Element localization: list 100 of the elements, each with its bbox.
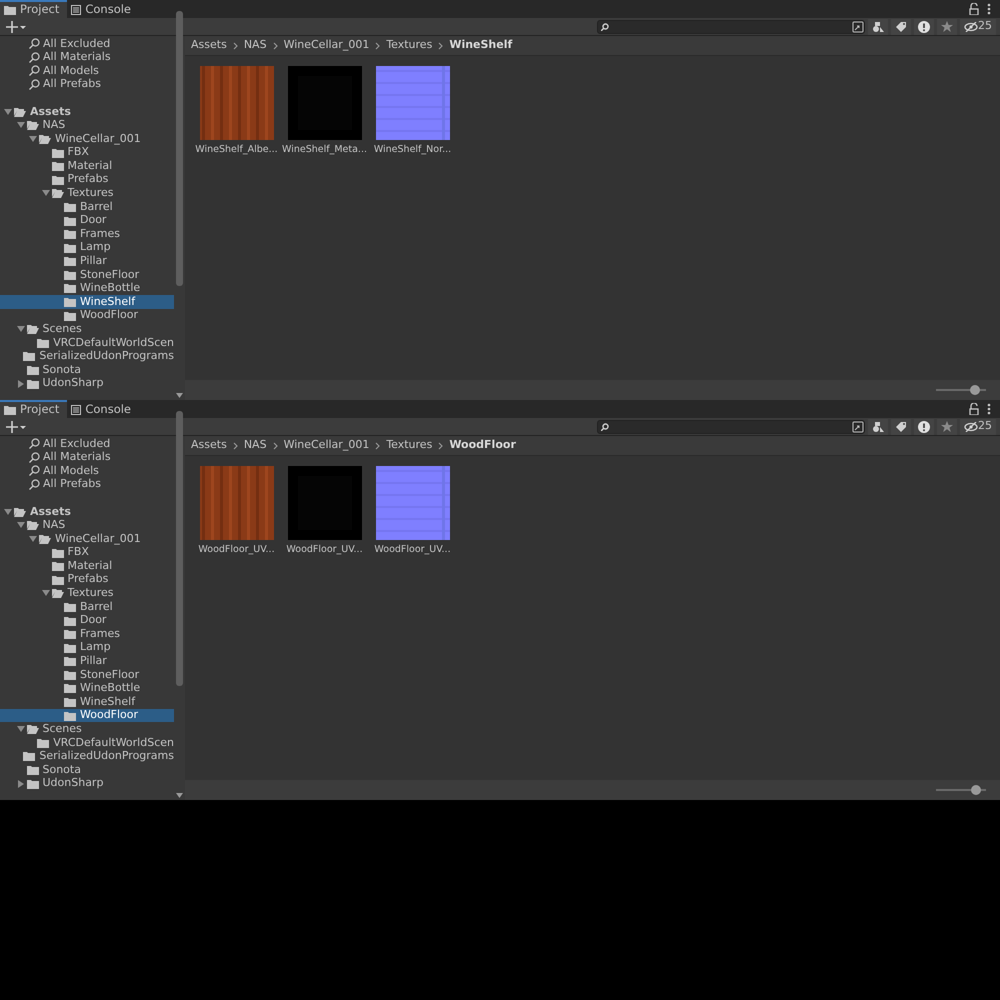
favorite-item[interactable]: All Materials xyxy=(0,450,174,464)
tree-item[interactable]: Pillar xyxy=(0,254,174,268)
tree-item[interactable]: Textures xyxy=(0,186,174,200)
tree-item[interactable]: Barrel xyxy=(0,200,174,214)
tree-item[interactable]: NAS xyxy=(0,118,174,132)
toolbar-button[interactable] xyxy=(868,18,888,34)
panel-tab[interactable]: Project xyxy=(0,0,68,18)
breadcrumb-item[interactable]: Assets xyxy=(189,437,229,454)
search-icon xyxy=(29,52,40,63)
hidden-packages-button[interactable]: 25 xyxy=(960,418,996,434)
asset-name[interactable]: WoodFloor_UV... xyxy=(198,543,275,558)
favorite-item[interactable]: All Materials xyxy=(0,50,174,64)
asset-name[interactable]: WineShelf_Meta... xyxy=(282,143,367,158)
hidden-eye-icon xyxy=(964,422,978,432)
tree-item[interactable]: WoodFloor xyxy=(0,308,174,322)
open-window-icon[interactable] xyxy=(852,20,864,32)
search-field[interactable] xyxy=(597,420,865,434)
favorite-item[interactable]: All Prefabs xyxy=(0,78,174,92)
tree-item[interactable]: WineBottle xyxy=(0,682,174,696)
favorite-item[interactable]: All Excluded xyxy=(0,37,174,51)
breadcrumb-item[interactable]: WineCellar_001 xyxy=(282,437,372,454)
folder-icon xyxy=(26,365,38,376)
tree-item[interactable]: NAS xyxy=(0,518,174,532)
tree-item[interactable]: Prefabs xyxy=(0,172,174,187)
tree-item[interactable]: WoodFloor xyxy=(0,708,174,722)
tree-item[interactable]: Lamp xyxy=(0,240,174,254)
breadcrumb-item[interactable]: NAS xyxy=(242,37,269,54)
tree-item[interactable]: Prefabs xyxy=(0,572,174,587)
toolbar-button[interactable] xyxy=(868,418,888,434)
asset-name[interactable]: WoodFloor_UV... xyxy=(374,543,451,558)
tree-item[interactable]: Door xyxy=(0,214,174,228)
tree-item[interactable]: Assets xyxy=(0,504,174,519)
tree-item[interactable]: Frames xyxy=(0,627,174,641)
tree-item[interactable]: Textures xyxy=(0,586,174,600)
tree-item[interactable]: StoneFloor xyxy=(0,268,174,282)
expand-arrow-icon[interactable] xyxy=(42,590,50,596)
breadcrumb-item[interactable]: Textures xyxy=(384,437,434,454)
folder-icon xyxy=(37,738,50,748)
scroll-down-icon[interactable] xyxy=(176,393,183,398)
expand-arrow-icon[interactable] xyxy=(42,190,50,196)
open-window-icon[interactable] xyxy=(852,420,864,432)
tree-item[interactable]: WineShelf xyxy=(0,295,174,309)
tree-item[interactable]: SerializedUdonPrograms xyxy=(0,350,174,364)
toolbar-button[interactable] xyxy=(891,418,911,434)
toolbar-button[interactable] xyxy=(891,18,911,34)
tree-item[interactable]: Frames xyxy=(0,227,174,241)
tree-item[interactable]: Lamp xyxy=(0,640,174,654)
tree-item[interactable]: Material xyxy=(0,559,174,573)
lock-icon[interactable] xyxy=(969,3,979,15)
tree-item[interactable]: WineCellar_001 xyxy=(0,532,174,546)
favorite-item[interactable]: All Excluded xyxy=(0,437,174,451)
tree-item[interactable]: FBX xyxy=(0,146,174,160)
tree-item[interactable]: Assets xyxy=(0,104,174,119)
tree-item[interactable]: WineShelf xyxy=(0,695,174,709)
breadcrumb-item[interactable]: Textures xyxy=(384,37,434,54)
panel-tab[interactable]: Project xyxy=(0,400,68,418)
tree-item[interactable]: WineBottle xyxy=(0,282,174,296)
panel-tab[interactable]: Console xyxy=(67,0,140,18)
tree-item[interactable]: SerializedUdonPrograms xyxy=(0,750,174,764)
tree-item[interactable]: Sonota xyxy=(0,363,174,377)
menu-icon[interactable] xyxy=(987,403,991,415)
asset-name[interactable]: WoodFloor_UV... xyxy=(286,543,363,558)
toolbar-button[interactable] xyxy=(914,18,934,34)
tree-item[interactable]: StoneFloor xyxy=(0,668,174,682)
tree-item[interactable]: UdonSharp xyxy=(0,776,174,790)
panel-tab[interactable]: Console xyxy=(67,400,140,418)
tree-item[interactable]: Sonota xyxy=(0,763,174,777)
favorite-item[interactable]: All Models xyxy=(0,64,174,78)
tree-item[interactable]: Barrel xyxy=(0,600,174,614)
hidden-packages-button[interactable]: 25 xyxy=(960,18,996,34)
scrollbar-thumb[interactable] xyxy=(176,10,183,286)
collapse-arrow-icon[interactable] xyxy=(18,780,24,788)
tree-item[interactable]: VRCDefaultWorldScen xyxy=(0,336,174,350)
collapse-arrow-icon[interactable] xyxy=(18,380,24,388)
tree-item[interactable]: Material xyxy=(0,159,174,173)
tree-item[interactable]: FBX xyxy=(0,546,174,560)
menu-icon[interactable] xyxy=(987,3,991,15)
lock-icon[interactable] xyxy=(969,403,979,415)
favorite-item[interactable]: All Models xyxy=(0,464,174,478)
breadcrumb-item[interactable]: WineShelf xyxy=(447,37,514,54)
expand-arrow-icon[interactable] xyxy=(16,326,24,332)
scroll-down-icon[interactable] xyxy=(176,793,183,798)
expand-arrow-icon[interactable] xyxy=(16,726,24,732)
scrollbar-thumb[interactable] xyxy=(176,410,183,686)
tree-item[interactable]: Door xyxy=(0,614,174,628)
tree-item[interactable]: WineCellar_001 xyxy=(0,132,174,146)
breadcrumb-item[interactable]: WoodFloor xyxy=(447,437,518,454)
toolbar-button[interactable] xyxy=(914,418,934,434)
breadcrumb-item[interactable]: WineCellar_001 xyxy=(282,37,372,54)
tree-item[interactable]: UdonSharp xyxy=(0,376,174,390)
tree-item[interactable]: Scenes xyxy=(0,322,174,336)
asset-name[interactable]: WineShelf_Albe... xyxy=(195,143,278,158)
tree-item[interactable]: Pillar xyxy=(0,654,174,668)
breadcrumb-item[interactable]: Assets xyxy=(189,37,229,54)
search-field[interactable] xyxy=(597,20,865,34)
favorite-item[interactable]: All Prefabs xyxy=(0,478,174,492)
tree-item[interactable]: Scenes xyxy=(0,722,174,736)
breadcrumb-item[interactable]: NAS xyxy=(242,437,269,454)
asset-name[interactable]: WineShelf_Nor... xyxy=(374,143,452,158)
tree-item[interactable]: VRCDefaultWorldScen xyxy=(0,736,174,750)
